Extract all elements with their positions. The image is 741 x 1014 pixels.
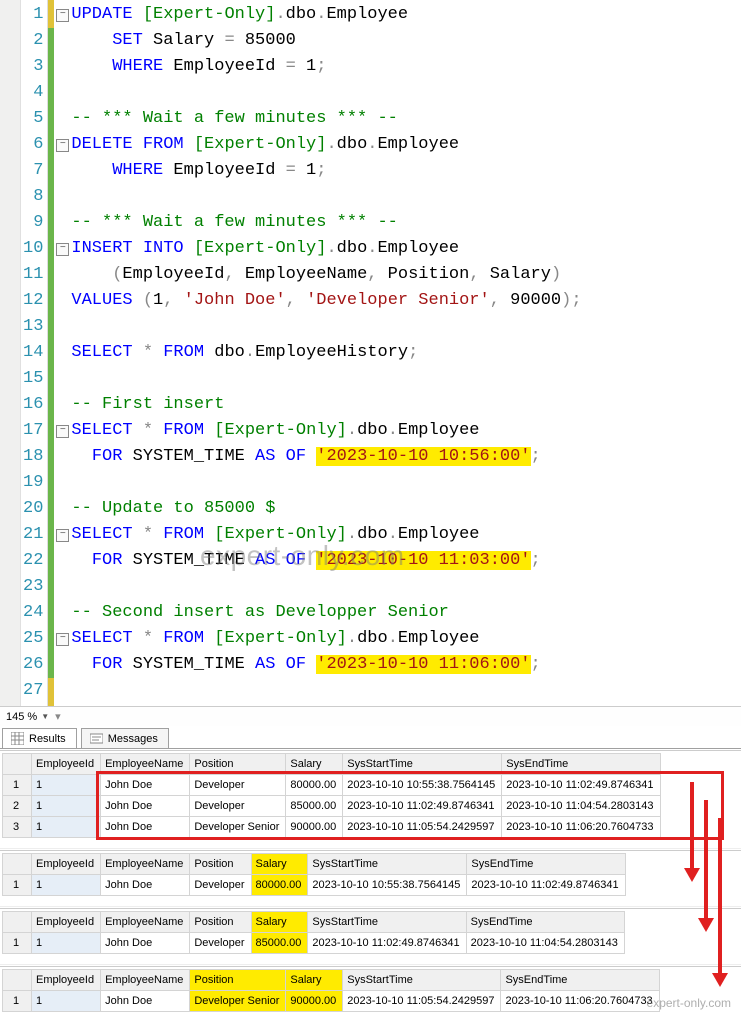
column-header[interactable]: SysEndTime: [467, 854, 625, 875]
code-area[interactable]: −UPDATE [Expert-Only].dbo.Employee SET S…: [54, 0, 741, 706]
column-header[interactable]: EmployeeId: [32, 854, 101, 875]
zoom-value: 145 %: [6, 711, 37, 723]
fold-toggle[interactable]: −: [56, 9, 69, 22]
results-grid-icon: [11, 732, 24, 745]
cell[interactable]: 2023-10-10 11:05:54.2429597: [343, 991, 501, 1012]
tab-results-label: Results: [29, 733, 66, 745]
cell[interactable]: 1: [3, 933, 32, 954]
messages-icon: [90, 732, 103, 745]
cell[interactable]: 1: [3, 991, 32, 1012]
column-header[interactable]: [3, 754, 32, 775]
fold-toggle[interactable]: −: [56, 139, 69, 152]
cell[interactable]: 2023-10-10 10:55:38.7564145: [308, 875, 467, 896]
line-number-gutter: 1234567891011121314151617181920212223242…: [21, 0, 47, 706]
result-grid[interactable]: EmployeeIdEmployeeNamePositionSalarySysS…: [0, 850, 741, 898]
cell[interactable]: John Doe: [101, 933, 190, 954]
chevron-down-icon: ▼: [41, 712, 49, 721]
table-row[interactable]: 11John DoeDeveloper80000.002023-10-10 10…: [3, 875, 626, 896]
column-header[interactable]: EmployeeName: [101, 912, 190, 933]
outline-gutter: [0, 0, 21, 706]
cell[interactable]: 1: [32, 775, 101, 796]
cell[interactable]: 1: [32, 991, 101, 1012]
tab-messages[interactable]: Messages: [81, 728, 169, 748]
cell[interactable]: John Doe: [101, 875, 190, 896]
result-grid[interactable]: EmployeeIdEmployeeNamePositionSalarySysS…: [0, 908, 741, 956]
change-indicator-bar: [47, 0, 54, 706]
fold-toggle[interactable]: −: [56, 425, 69, 438]
column-header[interactable]: [3, 854, 32, 875]
column-header[interactable]: Position: [190, 912, 251, 933]
column-header[interactable]: SysStartTime: [308, 912, 466, 933]
cell[interactable]: 3: [3, 817, 32, 838]
cell[interactable]: 2023-10-10 11:06:20.7604733: [501, 991, 659, 1012]
zoom-selector[interactable]: 145 % ▼ ▾: [0, 706, 741, 726]
table-row[interactable]: 11John DoeDeveloper85000.002023-10-10 11…: [3, 933, 625, 954]
column-header[interactable]: Salary: [251, 854, 308, 875]
cell[interactable]: 1: [32, 817, 101, 838]
column-header[interactable]: [3, 912, 32, 933]
zoom-drop-handle[interactable]: ▾: [55, 710, 61, 723]
column-header[interactable]: EmployeeId: [32, 970, 101, 991]
column-header[interactable]: EmployeeId: [32, 912, 101, 933]
cell[interactable]: 1: [3, 775, 32, 796]
cell[interactable]: 85000.00: [251, 933, 308, 954]
column-header[interactable]: Salary: [251, 912, 308, 933]
cell[interactable]: Developer: [190, 875, 251, 896]
sql-editor[interactable]: 1234567891011121314151617181920212223242…: [0, 0, 741, 706]
column-header[interactable]: SysEndTime: [501, 970, 659, 991]
cell[interactable]: Developer Senior: [190, 991, 286, 1012]
results-tab-bar: Results Messages: [0, 726, 741, 749]
cell[interactable]: 2023-10-10 11:02:49.8746341: [308, 933, 466, 954]
cell[interactable]: Developer: [190, 933, 251, 954]
column-header[interactable]: Position: [190, 854, 251, 875]
tab-results[interactable]: Results: [2, 728, 77, 748]
column-header[interactable]: EmployeeName: [101, 854, 190, 875]
column-header[interactable]: SysEndTime: [466, 912, 624, 933]
results-pane: EmployeeIdEmployeeNamePositionSalarySysS…: [0, 750, 741, 1014]
cell[interactable]: John Doe: [101, 991, 190, 1012]
column-header[interactable]: SysStartTime: [308, 854, 467, 875]
result-grid[interactable]: EmployeeIdEmployeeNamePositionSalarySysS…: [0, 966, 741, 1014]
column-header[interactable]: Salary: [286, 970, 343, 991]
cell[interactable]: 1: [3, 875, 32, 896]
column-header[interactable]: [3, 970, 32, 991]
cell[interactable]: 2023-10-10 11:04:54.2803143: [466, 933, 624, 954]
fold-toggle[interactable]: −: [56, 633, 69, 646]
table-row[interactable]: 11John DoeDeveloper Senior90000.002023-1…: [3, 991, 660, 1012]
cell[interactable]: 80000.00: [251, 875, 308, 896]
fold-toggle[interactable]: −: [56, 243, 69, 256]
column-header[interactable]: EmployeeId: [32, 754, 101, 775]
column-header[interactable]: Position: [190, 970, 286, 991]
cell[interactable]: 2: [3, 796, 32, 817]
column-header[interactable]: SysStartTime: [343, 970, 501, 991]
cell[interactable]: 90000.00: [286, 991, 343, 1012]
cell[interactable]: 1: [32, 875, 101, 896]
result-grid[interactable]: EmployeeIdEmployeeNamePositionSalarySysS…: [0, 750, 741, 840]
cell[interactable]: 2023-10-10 11:02:49.8746341: [467, 875, 625, 896]
cell[interactable]: 1: [32, 796, 101, 817]
annotation-box: [96, 771, 724, 840]
tab-messages-label: Messages: [108, 733, 158, 745]
cell[interactable]: 1: [32, 933, 101, 954]
fold-toggle[interactable]: −: [56, 529, 69, 542]
column-header[interactable]: EmployeeName: [101, 970, 190, 991]
